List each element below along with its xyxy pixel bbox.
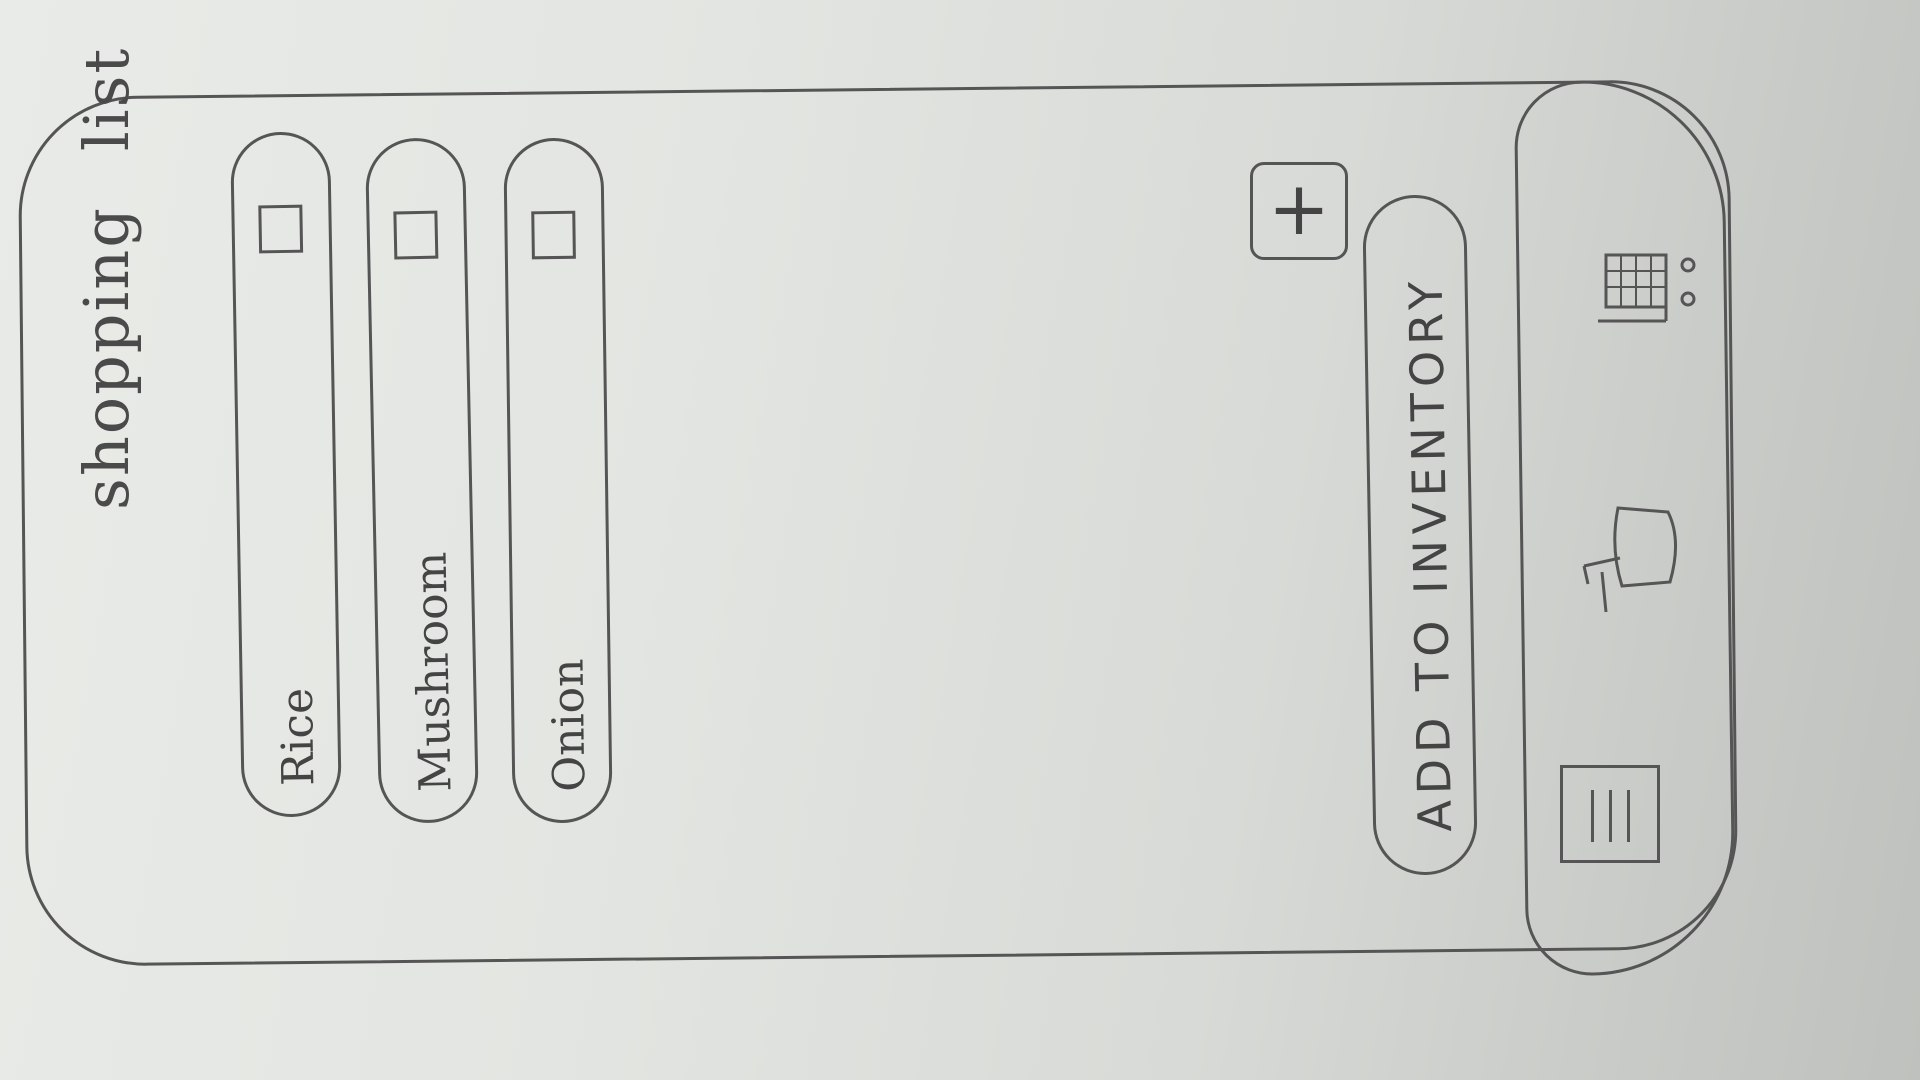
- page-title-word-1: shopping: [70, 206, 143, 510]
- cart-icon[interactable]: [1598, 243, 1718, 333]
- list-item-mushroom[interactable]: Mushroom: [364, 137, 480, 824]
- add-to-inventory-button[interactable]: ADD TO INVENTORY: [1362, 194, 1478, 876]
- list-item-label: Rice: [271, 687, 325, 787]
- list-item-onion[interactable]: Onion: [503, 137, 613, 824]
- list-icon-line: [1627, 790, 1630, 842]
- list-item-rice[interactable]: Rice: [230, 131, 342, 818]
- list-icon-line: [1591, 790, 1594, 842]
- bowl-icon[interactable]: [1578, 500, 1688, 630]
- list-icon[interactable]: [1560, 765, 1660, 863]
- add-to-inventory-label: ADD TO INVENTORY: [1398, 275, 1463, 833]
- list-icon-line: [1609, 790, 1612, 842]
- checkbox-rice[interactable]: [258, 204, 304, 254]
- list-item-label: Mushroom: [405, 551, 462, 793]
- page-title-word-2: list: [70, 46, 143, 152]
- checkbox-onion[interactable]: [531, 210, 576, 260]
- list-item-label: Onion: [542, 658, 596, 793]
- page-title: shopping list: [70, 47, 150, 510]
- add-item-button[interactable]: +: [1250, 162, 1348, 260]
- checkbox-mushroom[interactable]: [393, 210, 439, 260]
